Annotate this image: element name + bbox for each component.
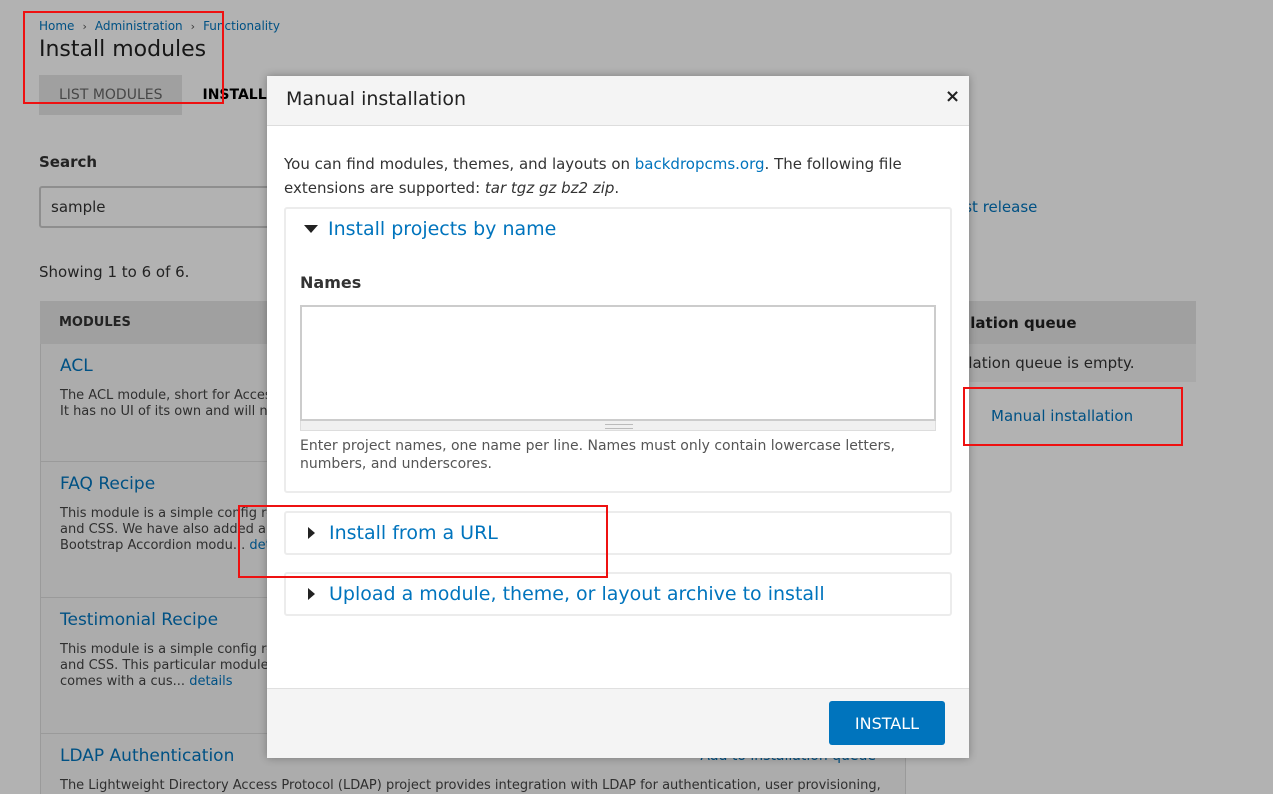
install-button[interactable]: INSTALL — [829, 701, 945, 745]
triangle-right-icon — [308, 588, 315, 600]
section-install-from-url: Install from a URL — [284, 511, 952, 555]
dialog-title: Manual installation — [286, 88, 466, 110]
dialog-titlebar: Manual installation × — [267, 76, 969, 126]
dialog-body: You can find modules, themes, and layout… — [267, 126, 969, 688]
triangle-down-icon — [304, 225, 318, 233]
section-title: Install projects by name — [328, 218, 557, 240]
names-textarea[interactable] — [300, 305, 936, 421]
section-title: Upload a module, theme, or layout archiv… — [329, 583, 825, 605]
backdropcms-link[interactable]: backdropcms.org — [635, 155, 765, 173]
names-label: Names — [300, 273, 362, 292]
section-title: Install from a URL — [329, 522, 498, 544]
names-help-text: Enter project names, one name per line. … — [300, 438, 895, 472]
dialog-intro: You can find modules, themes, and layout… — [284, 155, 902, 197]
section-content: Names Enter project names, one name per … — [286, 273, 950, 491]
manual-installation-dialog: Manual installation × You can find modul… — [267, 76, 969, 758]
section-install-by-name: Install projects by name Names Enter pro… — [284, 207, 952, 493]
triangle-right-icon — [308, 527, 315, 539]
close-icon[interactable]: × — [945, 88, 960, 106]
section-toggle-upload-archive[interactable]: Upload a module, theme, or layout archiv… — [286, 574, 950, 614]
section-upload-archive: Upload a module, theme, or layout archiv… — [284, 572, 952, 616]
section-toggle-install-from-url[interactable]: Install from a URL — [286, 513, 950, 553]
section-toggle-install-by-name[interactable]: Install projects by name — [286, 209, 950, 249]
resize-grip[interactable] — [300, 421, 936, 431]
extensions-list: tar tgz gz bz2 zip — [484, 179, 615, 197]
dialog-footer: INSTALL — [267, 688, 969, 758]
